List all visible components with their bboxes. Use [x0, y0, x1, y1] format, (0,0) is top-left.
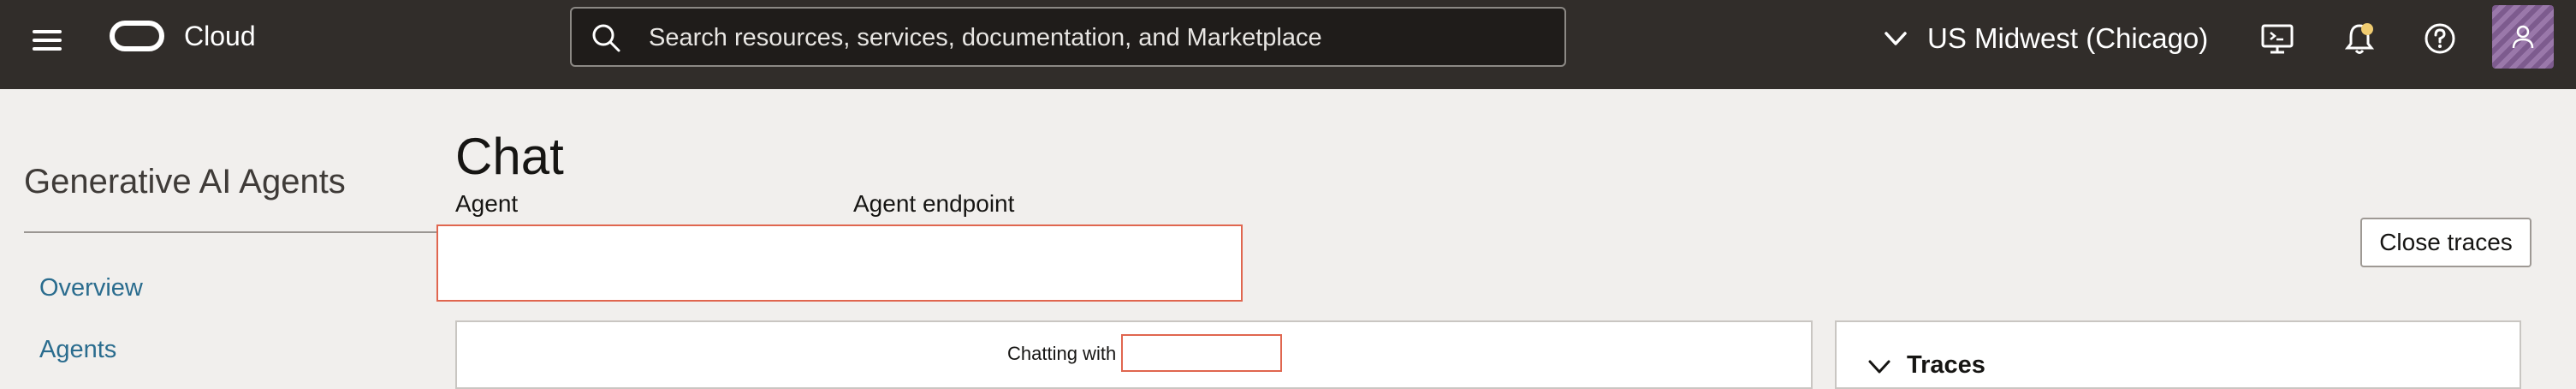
nav-item-overview[interactable]: Overview — [39, 274, 143, 302]
menu-icon[interactable] — [31, 24, 65, 58]
chat-panel: Chatting with — [455, 320, 1813, 389]
agent-label: Agent — [455, 190, 519, 217]
nav-item-agents[interactable]: Agents — [39, 336, 116, 364]
region-label: US Midwest (Chicago) — [1927, 22, 2209, 54]
top-bar: Cloud US Midwest (Chicago) — [0, 0, 2576, 89]
chevron-down-icon — [1885, 32, 1907, 45]
agent-selector[interactable] — [436, 224, 1243, 302]
brand-label[interactable]: Cloud — [184, 21, 256, 52]
search-icon — [592, 24, 620, 52]
page-title: Chat — [455, 128, 564, 185]
avatar[interactable] — [2492, 5, 2554, 69]
traces-panel: Traces — [1835, 320, 2521, 389]
chatting-with-value — [1121, 334, 1282, 372]
close-traces-button[interactable]: Close traces — [2360, 218, 2531, 267]
oracle-logo[interactable] — [110, 21, 164, 51]
traces-title: Traces — [1907, 351, 1985, 379]
nav-title: Generative AI Agents — [24, 163, 346, 200]
search-input[interactable] — [647, 9, 1549, 67]
user-icon — [2512, 25, 2534, 49]
help-icon[interactable] — [2422, 21, 2458, 57]
region-selector[interactable]: US Midwest (Chicago) — [1883, 17, 2208, 60]
search-bar[interactable] — [570, 7, 1566, 67]
bell-icon[interactable] — [2342, 21, 2377, 57]
agent-endpoint-label: Agent endpoint — [853, 190, 1015, 217]
chatting-with-label: Chatting with — [1007, 343, 1117, 364]
cloud-shell-icon[interactable] — [2259, 21, 2295, 57]
nav-divider — [24, 231, 442, 233]
